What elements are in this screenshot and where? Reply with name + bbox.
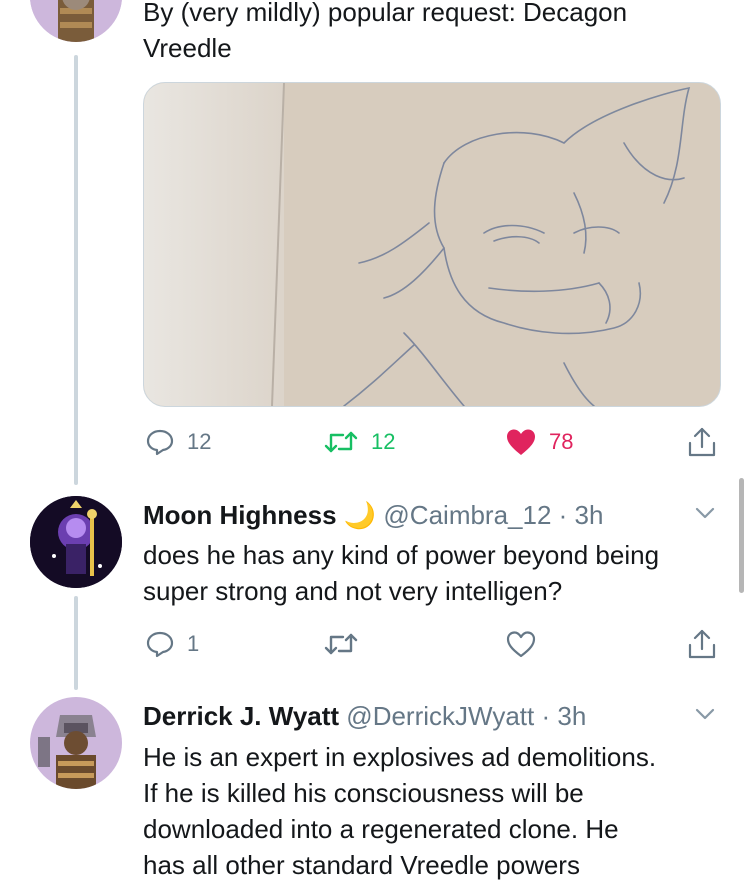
chevron-down-icon[interactable] bbox=[694, 505, 716, 521]
tweet-image[interactable] bbox=[143, 82, 721, 407]
avatar[interactable] bbox=[30, 496, 122, 588]
reply-icon bbox=[146, 631, 174, 658]
like-button[interactable] bbox=[505, 629, 537, 659]
reply-header: Derrick J. Wyatt @DerrickJWyatt · 3h bbox=[143, 701, 586, 732]
reply-header: Moon Highness 🌙 @Caimbra_12 · 3h bbox=[143, 500, 603, 531]
avatar[interactable] bbox=[30, 697, 122, 789]
timestamp: · 3h bbox=[541, 701, 587, 731]
reply-text-line: He is an expert in explosives ad demolit… bbox=[143, 742, 657, 772]
like-icon bbox=[507, 429, 535, 455]
share-button[interactable] bbox=[686, 627, 718, 661]
tweet-text-line: Vreedle bbox=[143, 33, 232, 63]
reply-count: 1 bbox=[187, 631, 200, 656]
retweet-button[interactable]: 12 bbox=[323, 427, 395, 457]
retweet-icon bbox=[324, 431, 358, 453]
reply-text: He is an expert in explosives ad demolit… bbox=[143, 739, 656, 883]
thread-line bbox=[74, 596, 78, 690]
user-handle[interactable]: @DerrickJWyatt bbox=[346, 701, 534, 731]
avatar[interactable] bbox=[30, 0, 122, 42]
like-button[interactable]: 78 bbox=[505, 427, 573, 457]
display-name[interactable]: Moon Highness bbox=[143, 500, 337, 530]
reply-text-line: does he has any kind of power beyond bei… bbox=[143, 540, 660, 570]
reply-text-line: super strong and not very intelligen? bbox=[143, 576, 563, 606]
scrollbar[interactable] bbox=[739, 478, 744, 593]
share-button[interactable] bbox=[686, 425, 718, 459]
like-count: 78 bbox=[549, 429, 574, 454]
thread-line bbox=[74, 55, 78, 485]
reply-button[interactable]: 12 bbox=[145, 427, 211, 457]
reply-text-line: has all other standard Vreedle powers bbox=[143, 850, 580, 880]
like-icon bbox=[506, 631, 536, 658]
reply-text-line: downloaded into a regenerated clone. He bbox=[143, 814, 619, 844]
moon-emoji: 🌙 bbox=[343, 500, 377, 530]
reply-button[interactable]: 1 bbox=[145, 629, 199, 659]
tweet-text-line: By (very mildly) popular request: Decago… bbox=[143, 0, 628, 27]
reply-text: does he has any kind of power beyond bei… bbox=[143, 537, 659, 609]
chevron-down-icon[interactable] bbox=[694, 706, 716, 722]
tweet-text: By (very mildly) popular request: Decago… bbox=[143, 0, 627, 66]
retweet-icon bbox=[324, 633, 358, 655]
reply-count: 12 bbox=[187, 429, 212, 454]
share-icon bbox=[688, 629, 716, 659]
user-handle[interactable]: @Caimbra_12 bbox=[383, 500, 551, 530]
retweet-count: 12 bbox=[371, 429, 396, 454]
reply-text-line: If he is killed his consciousness will b… bbox=[143, 778, 584, 808]
retweet-button[interactable] bbox=[323, 629, 359, 659]
display-name[interactable]: Derrick J. Wyatt bbox=[143, 701, 339, 731]
timestamp: · 3h bbox=[558, 500, 604, 530]
share-icon bbox=[688, 427, 716, 457]
reply-icon bbox=[146, 429, 174, 456]
